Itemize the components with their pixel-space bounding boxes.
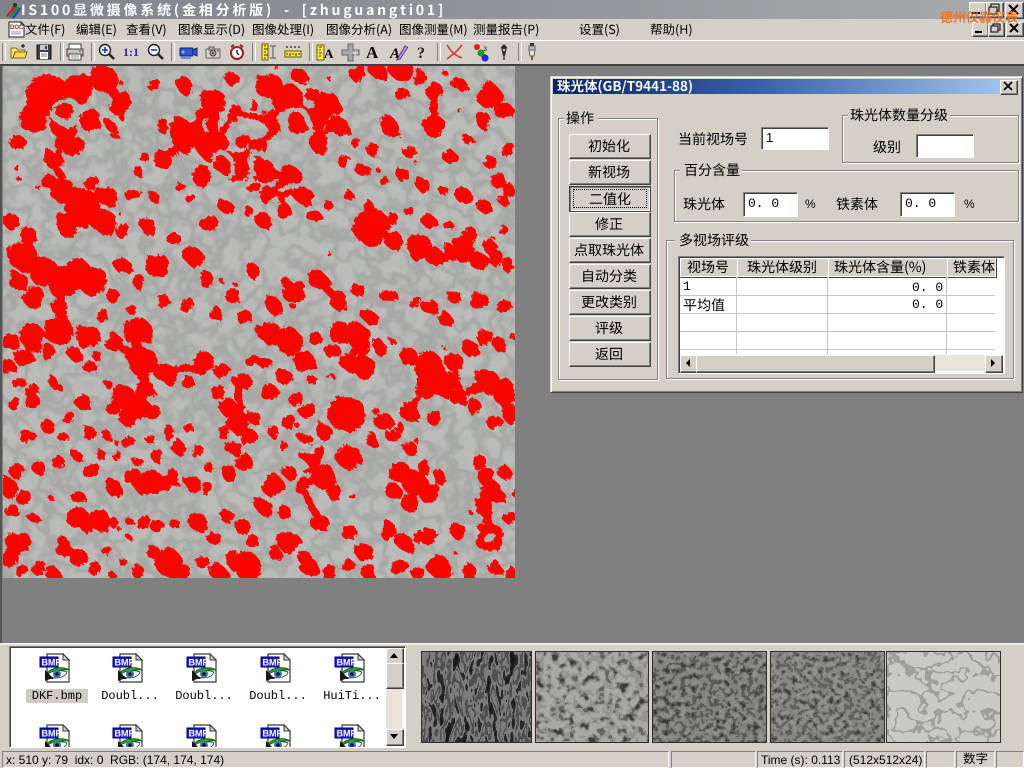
svg-text:3: 3 xyxy=(484,47,488,53)
svg-text:DOC: DOC xyxy=(10,25,24,31)
svg-text:A: A xyxy=(324,46,334,61)
svg-text:A: A xyxy=(366,43,379,62)
svg-text:?: ? xyxy=(417,45,425,62)
svg-text:1:1: 1:1 xyxy=(123,45,139,59)
